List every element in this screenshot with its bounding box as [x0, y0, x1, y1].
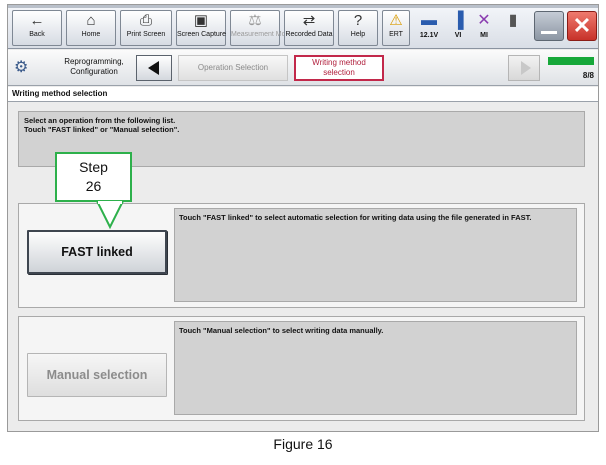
car-battery-icon: ▬: [421, 12, 437, 29]
step-callout-pointer: [95, 201, 125, 230]
step-callout-number: 26: [85, 178, 102, 194]
step-callout: Step 26: [55, 152, 132, 202]
fast-linked-button[interactable]: FAST linked: [27, 230, 167, 274]
breadcrumb-operation-selection[interactable]: Operation Selection: [178, 55, 288, 81]
mi-label: MI: [480, 32, 488, 39]
voltage-label: 12.1V: [419, 32, 439, 39]
manual-selection-button[interactable]: Manual selection: [27, 353, 167, 397]
help-label: Help: [350, 31, 366, 38]
battery-status: ▬ 12.1V: [414, 10, 444, 46]
close-button[interactable]: ✕: [567, 11, 597, 41]
back-arrow-icon: ←: [29, 12, 45, 29]
mi-status: ✕ MI: [472, 10, 496, 46]
breadcrumb-back-button[interactable]: [136, 55, 172, 81]
screen-capture-label: Screen Capture: [177, 31, 227, 38]
measurement-icon: ⚖: [248, 12, 262, 29]
measurement-mode-label: Measurement Mode: [231, 31, 294, 38]
home-icon: ⌂: [86, 12, 96, 29]
progress-bar: [548, 57, 594, 65]
page-title: Writing method selection: [8, 87, 598, 102]
breadcrumb-home-label: Reprogramming, Configuration: [64, 57, 124, 76]
minimize-button[interactable]: [534, 11, 564, 41]
measurement-mode-button[interactable]: ⚖ Measurement Mode: [230, 10, 294, 46]
device-icon: ▮: [508, 12, 518, 29]
vi-label: VI: [454, 32, 462, 39]
breadcrumb: ⚙ Reprogramming, Configuration Operation…: [8, 50, 598, 86]
warning-icon: ⚠: [389, 12, 403, 29]
help-button[interactable]: ? Help: [338, 10, 378, 46]
page-count: 8/8: [582, 71, 594, 80]
screen-capture-button[interactable]: ▣ Screen Capture: [176, 10, 226, 46]
print-screen-button[interactable]: ⎙ Print Screen: [120, 10, 172, 46]
reprogramming-icon: ⚙: [14, 59, 29, 76]
instruction-line-1: Select an operation from the following l…: [24, 116, 176, 125]
breadcrumb-forward-button[interactable]: [508, 55, 540, 81]
manual-selection-description: Touch "Manual selection" to select writi…: [174, 321, 577, 415]
recorded-data-label: Recorded Data: [285, 31, 333, 38]
recorded-data-icon: ⇄: [302, 12, 316, 29]
recorded-data-button[interactable]: ⇄ Recorded Data: [284, 10, 334, 46]
breadcrumb-home[interactable]: ⚙ Reprogramming, Configuration: [14, 55, 132, 81]
fast-linked-description: Touch "FAST linked" to select automatic …: [174, 208, 577, 302]
figure-caption: Figure 16: [273, 436, 333, 452]
ert-label: ERT: [389, 31, 403, 38]
breadcrumb-writing-method: Writing method selection: [294, 55, 384, 81]
printer-icon: ⎙: [139, 12, 152, 29]
ert-button[interactable]: ⚠ ERT: [382, 10, 410, 46]
home-label: Home: [81, 31, 101, 38]
device-status: ▮: [500, 10, 526, 46]
signal-icon: ▐: [452, 12, 464, 29]
back-button[interactable]: ← Back: [12, 10, 62, 46]
toolbar-top-strip: [8, 5, 598, 8]
home-button[interactable]: ⌂ Home: [66, 10, 116, 46]
help-icon: ?: [353, 12, 363, 29]
instruction-line-2: Touch "FAST linked" or "Manual selection…: [24, 125, 180, 134]
step-callout-label: Step: [79, 159, 108, 175]
vi-status: ▐ VI: [446, 10, 470, 46]
print-screen-label: Print Screen: [126, 31, 166, 38]
back-label: Back: [29, 31, 45, 38]
manual-selection-panel: Manual selection Touch "Manual selection…: [18, 316, 585, 421]
camera-icon: ▣: [193, 12, 209, 29]
disconnected-icon: ✕: [477, 12, 491, 29]
toolbar: ← Back ⌂ Home ⎙ Print Screen ▣ Screen Ca…: [8, 5, 598, 49]
